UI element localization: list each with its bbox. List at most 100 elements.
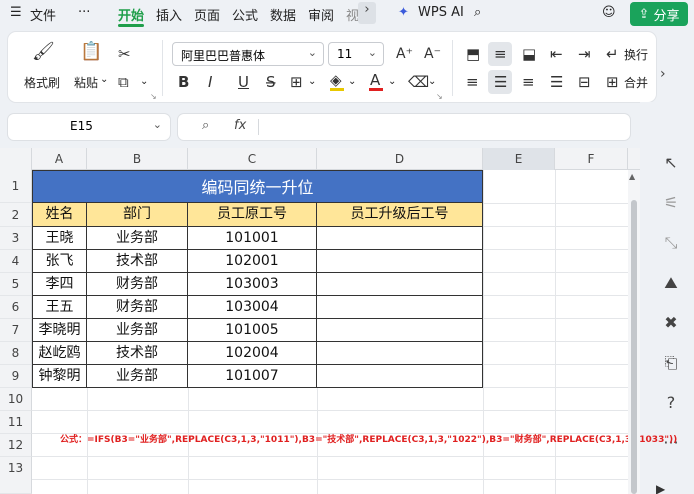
column-header-c[interactable]: C (188, 148, 317, 170)
row-header[interactable]: 3 (0, 227, 32, 250)
header-cell-new-id[interactable]: 员工升级后工号 (317, 203, 483, 227)
table-cell[interactable]: 103004 (188, 296, 317, 319)
book-icon[interactable]: ⎗ (660, 352, 682, 374)
borders-icon[interactable]: ⊞ (290, 74, 303, 90)
align-bottom-icon[interactable]: ⬓ (522, 46, 536, 62)
wrap-text-button[interactable]: 换行 (624, 46, 648, 63)
table-cell[interactable]: 业务部 (87, 365, 188, 388)
decrease-font-icon[interactable]: A⁻ (424, 46, 441, 62)
strikethrough-icon[interactable]: S̶ (266, 74, 276, 90)
formula-bar[interactable]: ⌕ fx (178, 114, 630, 140)
row-header[interactable]: 5 (0, 273, 32, 296)
clipboard-expand-icon[interactable]: ↘ (150, 92, 157, 101)
table-cell[interactable] (317, 273, 483, 296)
table-title-cell[interactable]: 编码同统一升位 (32, 170, 483, 203)
help-icon[interactable]: ? (660, 392, 682, 414)
scroll-up-icon[interactable]: ▲ (629, 172, 635, 181)
fill-color-dropdown-icon[interactable]: ⌄ (348, 76, 356, 87)
tab-page[interactable]: 页面 (194, 5, 220, 24)
wrap-text-icon[interactable]: ↵ (606, 46, 619, 62)
table-cell[interactable]: 101005 (188, 319, 317, 342)
search-icon[interactable]: ⌕ (474, 5, 481, 20)
table-cell[interactable] (317, 365, 483, 388)
indent-increase-icon[interactable]: ⇥ (578, 46, 591, 62)
row-header[interactable]: 9 (0, 365, 32, 388)
row-header[interactable]: 8 (0, 342, 32, 365)
adjust-icon[interactable]: ⚟ (660, 192, 682, 214)
font-name-select[interactable]: 阿里巴巴普惠体 ⌄ (172, 42, 324, 66)
row-header[interactable]: 4 (0, 250, 32, 273)
align-middle-icon[interactable]: ≡ (494, 46, 507, 62)
column-header-b[interactable]: B (87, 148, 188, 170)
font-color-dropdown-icon[interactable]: ⌄ (388, 76, 396, 87)
table-cell[interactable] (317, 227, 483, 250)
row-header[interactable]: 13 (0, 457, 32, 494)
row-header[interactable]: 1 (0, 170, 32, 203)
bold-button[interactable]: B (178, 74, 189, 90)
paste-button[interactable]: 粘贴 (74, 74, 98, 91)
table-cell[interactable]: 张飞 (32, 250, 87, 273)
header-cell-name[interactable]: 姓名 (32, 203, 87, 227)
font-size-select[interactable]: 11 ⌄ (328, 42, 384, 66)
table-cell[interactable]: 李晓明 (32, 319, 87, 342)
table-cell[interactable] (317, 342, 483, 365)
format-painter-icon[interactable]: 🖌 (32, 43, 55, 61)
fill-color-icon[interactable]: ◈ (330, 72, 342, 88)
italic-button[interactable]: I (208, 74, 212, 90)
table-cell[interactable] (317, 296, 483, 319)
table-cell[interactable]: 钟黎明 (32, 365, 87, 388)
table-cell[interactable]: 103003 (188, 273, 317, 296)
table-cell[interactable] (317, 319, 483, 342)
align-center-icon[interactable]: ☰ (494, 74, 507, 90)
row-header[interactable]: 12 (0, 434, 32, 457)
table-cell[interactable]: 102004 (188, 342, 317, 365)
column-header-f[interactable]: F (555, 148, 628, 170)
chat-icon[interactable]: ☺ (602, 5, 616, 20)
font-expand-icon[interactable]: ↘ (436, 92, 443, 101)
merge-cells-button[interactable]: 合并 (624, 74, 648, 91)
ribbon-scroll-right[interactable]: › (656, 48, 676, 102)
borders-dropdown-icon[interactable]: ⌄ (308, 76, 316, 87)
table-cell[interactable]: 赵屹鸥 (32, 342, 87, 365)
cut-icon[interactable]: ✂ (118, 46, 131, 62)
row-header[interactable]: 10 (0, 388, 32, 411)
tab-home[interactable]: 开始 (118, 5, 144, 24)
menu-file[interactable]: 文件 (30, 5, 56, 24)
paste-icon[interactable]: 📋 (80, 43, 102, 61)
distributed-icon[interactable]: ⊟ (578, 74, 591, 90)
increase-font-icon[interactable]: A⁺ (396, 46, 413, 62)
wps-ai-button[interactable]: WPS AI (418, 5, 464, 20)
tab-data[interactable]: 数据 (270, 5, 296, 24)
tab-formula[interactable]: 公式 (232, 5, 258, 24)
table-cell[interactable]: 业务部 (87, 227, 188, 250)
row-header[interactable]: 11 (0, 411, 32, 434)
tab-insert[interactable]: 插入 (156, 5, 182, 24)
table-cell[interactable] (317, 250, 483, 273)
row-header[interactable]: 7 (0, 319, 32, 342)
header-cell-old-id[interactable]: 员工原工号 (188, 203, 317, 227)
row-header[interactable]: 2 (0, 203, 32, 227)
justify-icon[interactable]: ☰ (550, 74, 563, 90)
align-right-icon[interactable]: ≡ (522, 74, 535, 90)
table-cell[interactable]: 101007 (188, 365, 317, 388)
table-cell[interactable]: 技术部 (87, 250, 188, 273)
tools-icon[interactable]: ✖ (660, 312, 682, 334)
table-cell[interactable]: 102001 (188, 250, 317, 273)
format-painter-button[interactable]: 格式刷 (24, 74, 60, 91)
column-header-e[interactable]: E (483, 148, 555, 170)
share-button[interactable]: ⇪ 分享 (630, 2, 688, 26)
align-left-icon[interactable]: ≡ (466, 74, 479, 90)
copy-icon[interactable]: ⧉ (118, 74, 129, 90)
name-box[interactable]: E15 ⌄ (8, 114, 170, 140)
font-color-icon[interactable]: A (370, 72, 380, 88)
table-cell[interactable]: 财务部 (87, 296, 188, 319)
paste-dropdown-icon[interactable]: ⌄ (100, 74, 108, 85)
menu-more[interactable]: ··· (78, 5, 90, 20)
column-header-a[interactable]: A (32, 148, 87, 170)
merge-cells-icon[interactable]: ⊞ (606, 74, 619, 90)
align-top-icon[interactable]: ⬒ (466, 46, 480, 62)
select-cursor-icon[interactable]: ↖ (660, 152, 682, 174)
indent-decrease-icon[interactable]: ⇤ (550, 46, 563, 62)
select-all-corner[interactable] (0, 148, 32, 170)
hamburger-icon[interactable]: ☰ (10, 5, 22, 20)
